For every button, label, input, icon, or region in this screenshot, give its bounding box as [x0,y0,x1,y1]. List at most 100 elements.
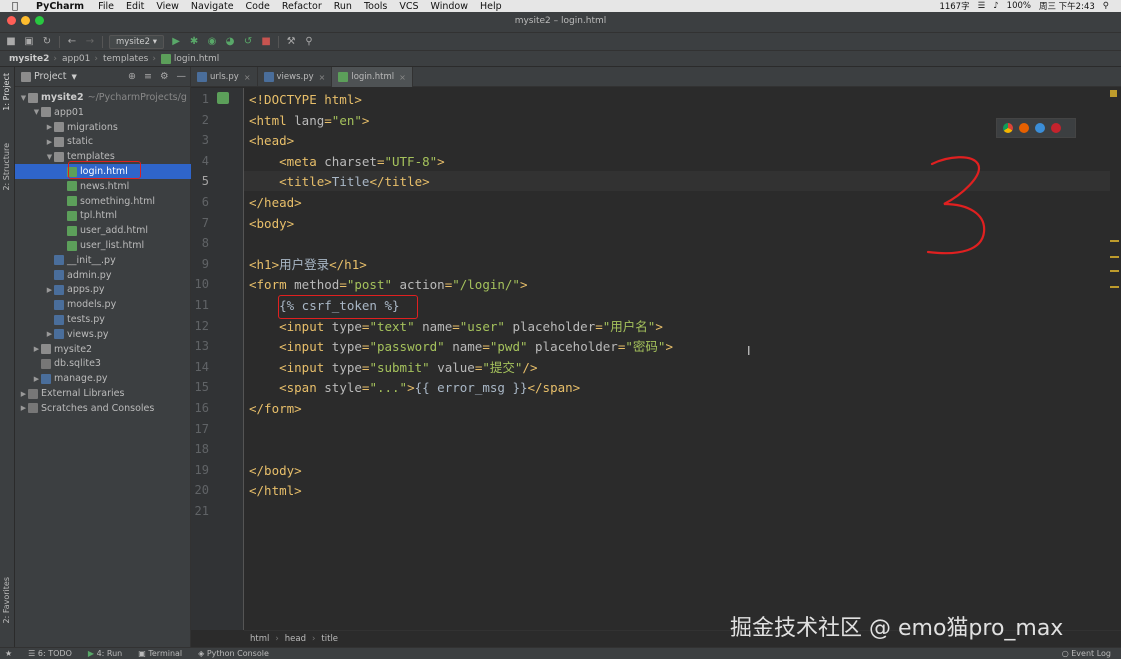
rerun-icon[interactable]: ↺ [242,36,254,48]
tree-item-news-html[interactable]: news.html [15,179,191,194]
chevron-right-icon[interactable]: ▶ [45,138,54,146]
opera-icon[interactable] [1051,123,1061,133]
search-icon[interactable]: ⚲ [1103,1,1109,11]
wrench-icon[interactable]: ⚒ [285,36,297,48]
apple-icon[interactable]:  [12,1,26,12]
menu-run[interactable]: Run [334,1,352,12]
tab-urls-py[interactable]: urls.py × [191,67,258,87]
tab-views-py[interactable]: views.py × [258,67,333,87]
breadcrumb-app[interactable]: app01 [62,54,90,64]
tab-structure[interactable]: 2: Structure [2,143,11,191]
warning-marker[interactable] [1110,256,1119,258]
save-icon[interactable]: ▣ [23,36,35,48]
tree-item-views-py[interactable]: ▶ views.py [15,327,191,342]
tree-item-admin-py[interactable]: admin.py [15,268,191,283]
hide-icon[interactable]: — [177,71,187,82]
crumb-head[interactable]: head [285,634,306,644]
battery-percent[interactable]: 100% [1007,1,1031,11]
collapse-all-icon[interactable]: ≡ [144,71,152,82]
crumb-title[interactable]: title [321,634,338,644]
chevron-right-icon[interactable]: ▶ [45,286,54,294]
warning-marker[interactable] [1110,240,1119,242]
open-folder-icon[interactable]: ■ [5,36,17,48]
chevron-right-icon[interactable]: ▶ [32,375,41,383]
locate-icon[interactable]: ⊕ [128,71,136,82]
breadcrumb-project[interactable]: mysite2 [9,54,49,64]
tree-item-app01[interactable]: ▼ app01 [15,105,191,120]
search-everywhere-icon[interactable]: ⚲ [303,36,315,48]
tree-item-models-py[interactable]: models.py [15,297,191,312]
menu-file[interactable]: File [98,1,114,12]
chrome-icon[interactable] [1003,123,1013,133]
project-panel-title[interactable]: Project [34,71,67,82]
tree-item-mysite2[interactable]: ▶ mysite2 [15,342,191,357]
back-icon[interactable]: ← [66,36,78,48]
menu-vcs[interactable]: VCS [399,1,418,12]
chevron-right-icon[interactable]: ▶ [45,330,54,338]
tree-item-db-sqlite3[interactable]: db.sqlite3 [15,356,191,371]
clock[interactable]: 周三 下午2:43 [1039,0,1095,12]
tree-item-tests-py[interactable]: tests.py [15,312,191,327]
tree-root[interactable]: ▼ mysite2 ~/PycharmProjects/g [15,90,191,105]
menu-tools[interactable]: Tools [364,1,387,12]
tree-item-static[interactable]: ▶ static [15,134,191,149]
menu-refactor[interactable]: Refactor [282,1,322,12]
close-icon[interactable]: × [319,73,326,82]
chevron-down-icon[interactable]: ▼ [32,108,41,116]
close-icon[interactable]: × [244,73,251,82]
editor-scrollbar[interactable] [1110,88,1121,630]
forward-icon[interactable]: → [84,36,96,48]
safari-icon[interactable] [1035,123,1045,133]
tree-item-user-add-html[interactable]: user_add.html [15,223,191,238]
event-log-button[interactable]: ○ Event Log [1062,649,1111,658]
word-count[interactable]: 1167字 [939,0,969,12]
menu-window[interactable]: Window [431,1,468,12]
chevron-right-icon[interactable]: ▶ [19,390,28,398]
chevron-right-icon[interactable]: ▶ [32,345,41,353]
debug-icon[interactable]: ✱ [188,36,200,48]
tree-item-external-libraries[interactable]: ▶ External Libraries [15,386,191,401]
tab-favorites[interactable]: 2: Favorites [2,577,11,623]
tree-item-login-html[interactable]: login.html [15,161,191,179]
tab-project[interactable]: 1: Project [2,73,11,111]
crumb-html[interactable]: html [250,634,269,644]
chevron-down-icon[interactable]: ▼ [19,94,28,102]
warning-marker[interactable] [1110,270,1119,272]
menu-edit[interactable]: Edit [126,1,144,12]
tree-item-apps-py[interactable]: ▶ apps.py [15,282,191,297]
volume-icon[interactable]: ♪ [993,1,998,11]
warning-marker[interactable] [1110,286,1119,288]
breadcrumb-folder[interactable]: templates [103,54,148,64]
firefox-icon[interactable] [1019,123,1029,133]
breadcrumb-file[interactable]: login.html [174,54,219,64]
app-menu[interactable]: PyCharm [36,1,84,12]
sync-icon[interactable]: ↻ [41,36,53,48]
tree-item-user-list-html[interactable]: user_list.html [15,238,191,253]
todo-button[interactable]: ☰ 6: TODO [28,649,72,658]
terminal-button[interactable]: ▣ Terminal [138,649,182,658]
menu-help[interactable]: Help [480,1,502,12]
chevron-down-icon[interactable]: ▼ [72,73,77,81]
run-config-dropdown[interactable]: mysite2 ▾ [109,34,165,49]
run-icon[interactable]: ▶ [170,36,182,48]
tree-item-tpl-html[interactable]: tpl.html [15,208,191,223]
tree-item-init-py[interactable]: __init__.py [15,253,191,268]
coverage-icon[interactable]: ◉ [206,36,218,48]
chevron-down-icon[interactable]: ▼ [45,153,54,161]
python-console-button[interactable]: ◈ Python Console [198,649,269,658]
run-button[interactable]: ▶ 4: Run [88,649,122,658]
chevron-right-icon[interactable]: ▶ [45,123,54,131]
gear-icon[interactable]: ⚙ [160,71,169,82]
profile-icon[interactable]: ◕ [224,36,236,48]
menu-code[interactable]: Code [246,1,270,12]
close-icon[interactable]: × [399,73,406,82]
chevron-right-icon[interactable]: ▶ [19,404,28,412]
menu-view[interactable]: View [156,1,179,12]
tab-login-html[interactable]: login.html × [332,67,413,87]
tree-item-scratches-and-consoles[interactable]: ▶ Scratches and Consoles [15,401,191,416]
menu-navigate[interactable]: Navigate [191,1,234,12]
wifi-icon[interactable]: ☰ [978,1,986,11]
tree-item-manage-py[interactable]: ▶ manage.py [15,371,191,386]
stop-icon[interactable]: ■ [260,36,272,48]
tree-item-something-html[interactable]: something.html [15,194,191,209]
